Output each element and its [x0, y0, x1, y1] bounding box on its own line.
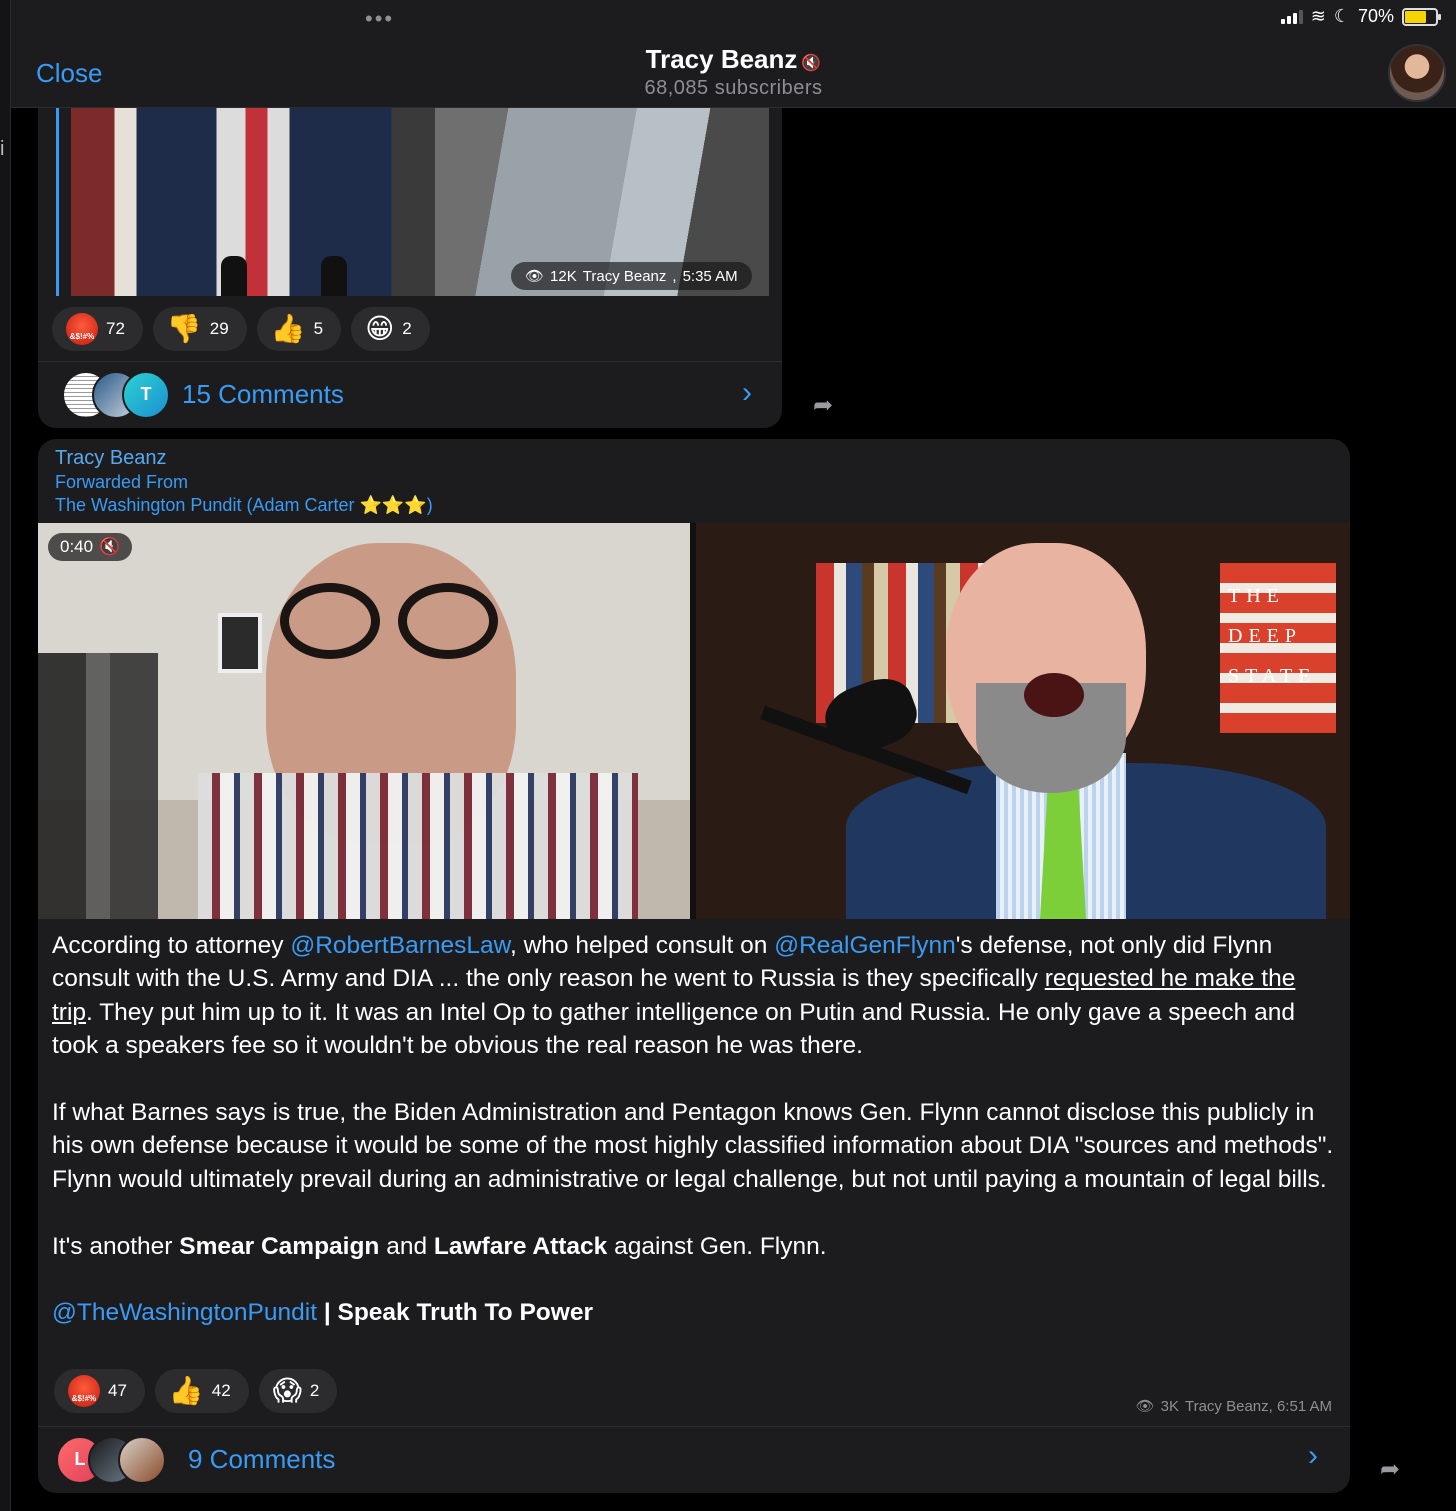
photo-press-conference[interactable] [71, 108, 435, 296]
angry-face-icon: &$!#% [66, 313, 98, 345]
reaction-grin[interactable]: 😁 2 [351, 307, 430, 351]
comments-count-label: 15 Comments [182, 379, 344, 409]
video-duration: 0:40 [60, 537, 94, 556]
text-paragraph-3: It's another Smear Campaign and Lawfare … [52, 1232, 827, 1260]
reaction-angry[interactable]: &$!#% 47 [54, 1369, 145, 1413]
mention-link[interactable]: @RobertBarnesLaw [290, 932, 510, 959]
reaction-count: 2 [309, 1381, 320, 1400]
reaction-count: 47 [108, 1381, 127, 1400]
commenter-avatars: L [56, 1435, 168, 1484]
commenter-avatar-photo [118, 1435, 166, 1484]
share-forward-icon[interactable]: ➦ [806, 388, 840, 422]
battery-charging-icon [1402, 7, 1441, 26]
forwarded-source-link[interactable]: The Washington Pundit (Adam Carter ⭐️⭐️⭐… [55, 495, 433, 516]
reaction-angry[interactable]: &$!#% 72 [52, 307, 143, 351]
reaction-count: 2 [402, 319, 412, 338]
angry-face-icon: &$!#% [68, 1375, 100, 1407]
video-duration-badge[interactable]: 0:40 🔇 [48, 533, 133, 561]
wifi-icon: ≋ [1310, 6, 1326, 26]
mention-link[interactable]: @RealGenFlynn [774, 932, 955, 959]
eye-icon: 👁 [525, 268, 545, 285]
muted-speaker-icon: 🔇 [99, 537, 121, 556]
message-meta: 👁 3K Tracy Beanz, 6:51 AM [1135, 1397, 1332, 1416]
commenter-avatar-initial: T [122, 370, 170, 419]
battery-percent: 70% [1357, 6, 1394, 26]
thumbs-down-icon: 👎 [166, 313, 202, 344]
message-author: Tracy Beanz [582, 267, 667, 285]
comments-count-label: 9 Comments [188, 1444, 336, 1474]
channel-header: ••• ≋ ☾ 70% Close Tracy Beanz 🔇 68,085 su… [11, 0, 1456, 108]
video-left-speaker [38, 523, 690, 919]
mention-link[interactable]: @TheWashingtonPundit [52, 1299, 317, 1326]
reaction-scream[interactable]: 😱 2 [258, 1369, 338, 1413]
comments-bar[interactable]: T 15 Comments [38, 361, 782, 427]
chevron-right-icon: › [742, 376, 752, 409]
video-player[interactable]: THE DEEP STATE 0:40 🔇 [38, 523, 1350, 919]
thumbs-up-icon: 👍 [270, 313, 306, 344]
left-pane-text-fragment: i [0, 138, 5, 160]
muted-speaker-icon: 🔇 [801, 55, 822, 72]
thumbs-up-icon: 👍 [168, 1375, 204, 1406]
reaction-count: 72 [106, 319, 125, 338]
reply-accent-bar [56, 108, 59, 296]
reaction-thumbs-down[interactable]: 👎 29 [152, 307, 247, 351]
message-bubble-1: 👁 12K Tracy Beanz, 5:35 AM &$!#% 72 👎 29… [38, 108, 782, 428]
message-text: According to attorney @RobertBarnesLaw, … [52, 929, 1336, 1330]
view-count: 12K [550, 267, 577, 285]
reaction-count: 5 [313, 319, 324, 338]
subscriber-count: 68,085 subscribers [644, 77, 823, 99]
share-forward-icon[interactable]: ➦ [1373, 1452, 1407, 1486]
comments-bar[interactable]: L 9 Comments [38, 1426, 1350, 1492]
reactions-row: &$!#% 47 👍 42 😱 2 [54, 1369, 338, 1413]
message-author-time: Tracy Beanz, 6:51 AM [1184, 1397, 1332, 1415]
channel-title[interactable]: Tracy Beanz 🔇 [11, 44, 1456, 75]
message-bubble-2: Tracy Beanz Forwarded From The Washingto… [38, 439, 1350, 1493]
reactions-row: &$!#% 72 👎 29 👍 5 😁 2 [52, 307, 430, 351]
grinning-face-icon: 😁 [365, 313, 395, 344]
text-paragraph-4: @TheWashingtonPundit | Speak Truth To Po… [52, 1299, 593, 1327]
multitasking-dots-icon[interactable]: ••• [365, 6, 394, 32]
view-count: 3K [1160, 1397, 1179, 1415]
reaction-count: 29 [209, 319, 229, 338]
reaction-thumbs-up[interactable]: 👍 42 [154, 1369, 249, 1413]
status-bar: ≋ ☾ 70% [1280, 6, 1441, 27]
reaction-count: 42 [211, 1381, 231, 1400]
forwarded-from-label: Forwarded From [55, 472, 189, 492]
channel-name: Tracy Beanz [645, 44, 798, 74]
cellular-signal-icon [1280, 9, 1303, 24]
channel-avatar[interactable] [1388, 44, 1446, 102]
reaction-thumbs-up[interactable]: 👍 5 [256, 307, 342, 351]
video-right-speaker: THE DEEP STATE [696, 523, 1350, 919]
commenter-avatars: T [62, 370, 172, 419]
text-paragraph-1: According to attorney @RobertBarnesLaw, … [52, 932, 1296, 1060]
eye-icon: 👁 [1135, 1398, 1155, 1415]
text-paragraph-2: If what Barnes says is true, the Biden A… [52, 1099, 1334, 1193]
do-not-disturb-moon-icon: ☾ [1333, 6, 1350, 26]
message-time: 5:35 AM [682, 267, 738, 285]
message-author[interactable]: Tracy Beanz [55, 447, 167, 470]
screaming-face-icon: 😱 [272, 1375, 302, 1406]
chevron-right-icon: › [1308, 1439, 1318, 1472]
message-meta: 👁 12K Tracy Beanz, 5:35 AM [511, 262, 752, 290]
left-pane-edge: i [0, 0, 11, 1511]
